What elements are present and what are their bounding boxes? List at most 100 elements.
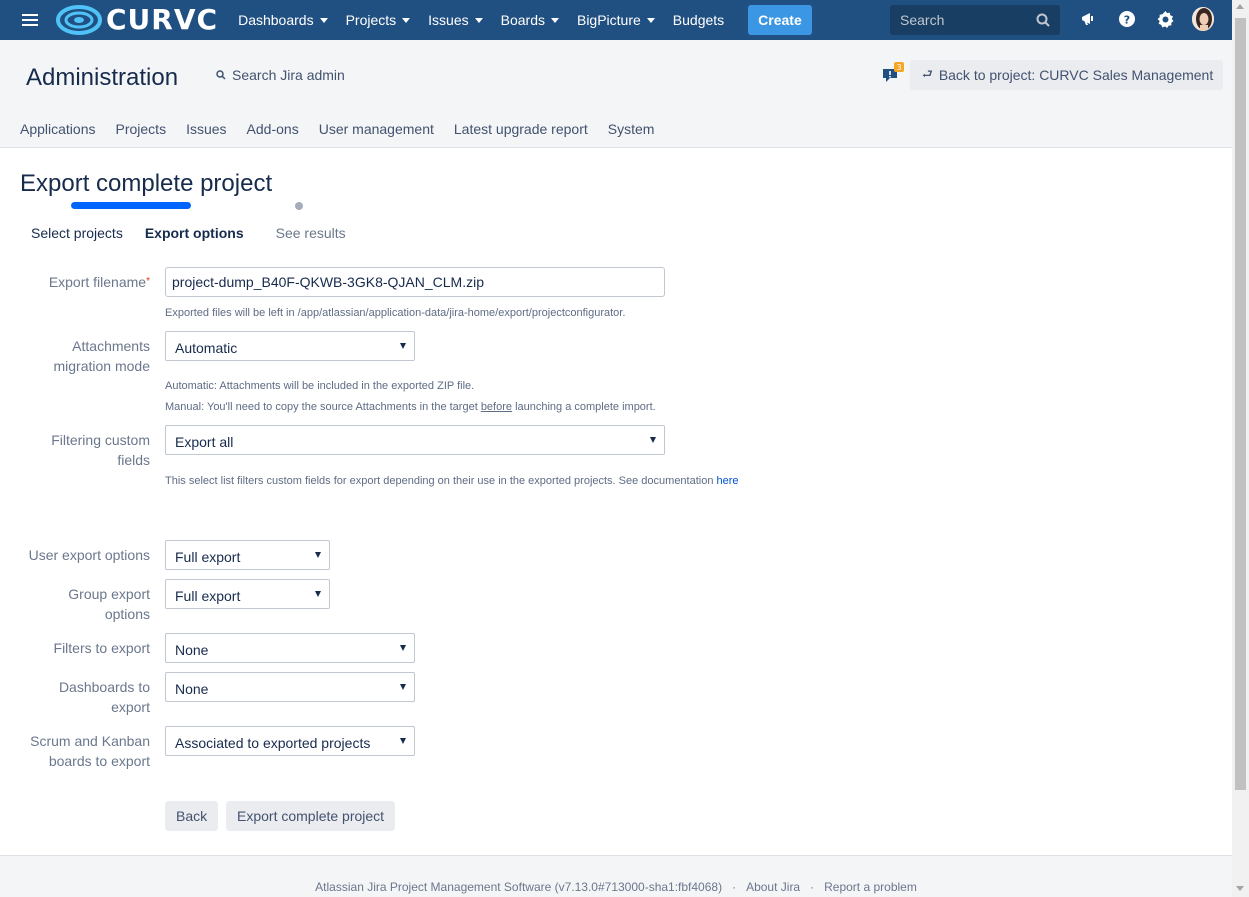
tab-latest-upgrade-report[interactable]: Latest upgrade report	[454, 121, 588, 137]
attachments-help-automatic: Automatic: Attachments will be included …	[165, 380, 475, 392]
search-icon	[216, 70, 226, 80]
back-to-project-label: Back to project: CURVC Sales Management	[938, 67, 1214, 83]
custom-fields-help: This select list filters custom fields f…	[165, 475, 739, 487]
nav-item-bigpicture[interactable]: BigPicture	[577, 12, 655, 28]
custom-fields-value: Export all	[175, 434, 234, 450]
megaphone-icon[interactable]	[1078, 8, 1100, 30]
boards-export-select[interactable]: Associated to exported projects	[165, 726, 415, 756]
export-filename-help: Exported files will be left in /app/atla…	[165, 307, 626, 319]
group-export-value: Full export	[175, 588, 241, 604]
user-export-value: Full export	[175, 549, 241, 565]
attachments-mode-select[interactable]: Automatic	[165, 331, 415, 361]
search-input[interactable]: Search	[890, 5, 1060, 35]
tab-system[interactable]: System	[608, 121, 655, 137]
step-select-projects: Select projects	[31, 225, 123, 241]
nav-item-label: Issues	[428, 12, 469, 28]
page-heading: Administration	[26, 64, 179, 91]
progress-indicator-pending	[295, 202, 303, 210]
chevron-down-icon	[315, 552, 321, 558]
page-title: Export complete project	[20, 170, 273, 197]
footer: Atlassian Jira Project Management Softwa…	[0, 855, 1232, 897]
dashboards-export-label: Dashboards to export	[58, 679, 150, 715]
chevron-down-icon	[402, 17, 411, 23]
boards-export-value: Associated to exported projects	[175, 735, 371, 751]
admin-search-link[interactable]: Search Jira admin	[216, 67, 345, 83]
tab-user-management[interactable]: User management	[319, 121, 434, 137]
export-filename-label: Export filename*	[48, 274, 150, 290]
back-to-project-button[interactable]: ⮐ Back to project: CURVC Sales Managemen…	[910, 60, 1224, 90]
custom-fields-select[interactable]: Export all	[165, 425, 665, 455]
feedback-count: 3	[896, 63, 901, 72]
user-export-select[interactable]: Full export	[165, 540, 330, 570]
logo[interactable]: CURVC	[56, 0, 218, 40]
nav-item-boards[interactable]: Boards	[501, 12, 559, 28]
dashboards-export-value: None	[175, 681, 209, 697]
progress-indicator-active	[71, 202, 191, 209]
group-export-select[interactable]: Full export	[165, 579, 330, 609]
chevron-down-icon	[400, 738, 406, 744]
nav-item-issues[interactable]: Issues	[428, 12, 483, 28]
export-filename-input[interactable]: project-dump_B40F-QKWB-3GK8-QJAN_CLM.zip	[165, 267, 665, 297]
custom-fields-label: Filtering custom fields	[51, 432, 150, 468]
filters-export-value: None	[175, 642, 209, 658]
step-see-results: See results	[275, 225, 346, 241]
feedback-icon[interactable]: 3	[882, 62, 904, 84]
nav-item-budgets[interactable]: Budgets	[673, 12, 724, 28]
footer-report-link[interactable]: Report a problem	[824, 880, 917, 894]
filters-export-select[interactable]: None	[165, 633, 415, 663]
dashboards-export-select[interactable]: None	[165, 672, 415, 702]
documentation-link[interactable]: here	[717, 475, 739, 487]
nav-item-label: Budgets	[672, 12, 725, 28]
settings-gear-icon[interactable]	[1154, 8, 1176, 30]
step-export-options: Export options	[144, 225, 244, 241]
chevron-down-icon	[315, 591, 321, 597]
vertical-scrollbar[interactable]	[1232, 0, 1249, 897]
chevron-down-icon	[474, 17, 483, 23]
top-navigation-bar: CURVC Dashboards Projects Issues Boards BigP…	[0, 0, 1232, 40]
tab-applications[interactable]: Applications	[20, 121, 96, 137]
chevron-down-icon	[400, 343, 406, 349]
back-arrow-icon: ⮐	[922, 66, 933, 81]
nav-item-label: Dashboards	[238, 12, 314, 28]
filters-export-label: Filters to export	[53, 640, 150, 656]
chevron-down-icon	[319, 17, 328, 23]
required-marker: *	[146, 276, 150, 287]
tab-add-ons[interactable]: Add-ons	[247, 121, 299, 137]
scroll-up-arrow-icon[interactable]	[1236, 4, 1244, 9]
logo-text: CURVC	[106, 3, 219, 36]
nav-item-dashboards[interactable]: Dashboards	[238, 12, 328, 28]
chevron-down-icon	[400, 684, 406, 690]
nav-item-label: Boards	[500, 12, 545, 28]
back-button[interactable]: Back	[165, 801, 219, 831]
chevron-down-icon	[650, 437, 656, 443]
search-placeholder: Search	[900, 12, 945, 28]
footer-about-link[interactable]: About Jira	[746, 880, 800, 894]
chevron-down-icon	[646, 17, 655, 23]
export-complete-project-button[interactable]: Export complete project	[226, 801, 396, 831]
scrollbar-thumb[interactable]	[1235, 18, 1246, 790]
tab-issues[interactable]: Issues	[186, 121, 226, 137]
scroll-down-arrow-icon[interactable]	[1236, 886, 1244, 891]
help-icon[interactable]: ?	[1116, 8, 1138, 30]
nav-menu: Dashboards Projects Issues Boards BigPicture…	[238, 12, 742, 28]
create-button[interactable]: Create	[748, 5, 812, 35]
footer-links: Atlassian Jira Project Management Softwa…	[0, 880, 1232, 894]
admin-header: Administration Search Jira admin 3 ⮐ Bac…	[0, 40, 1232, 148]
footer-software-link[interactable]: Atlassian Jira Project Management Softwa…	[315, 880, 722, 894]
user-export-label: User export options	[28, 547, 150, 563]
user-avatar[interactable]	[1192, 7, 1214, 31]
nav-item-projects[interactable]: Projects	[346, 12, 411, 28]
chevron-down-icon	[550, 17, 559, 23]
nav-item-label: BigPicture	[576, 12, 641, 28]
group-export-label: Group export options	[68, 586, 150, 622]
footer-separator: ·	[732, 880, 737, 894]
tab-projects[interactable]: Projects	[116, 121, 167, 137]
nav-item-label: Projects	[345, 12, 397, 28]
admin-tabs: Applications Projects Issues Add-ons User ma…	[20, 121, 674, 137]
attachments-mode-value: Automatic	[175, 340, 238, 356]
attachments-mode-label: Attachments migration mode	[53, 338, 151, 374]
boards-export-label: Scrum and Kanban boards to export	[30, 733, 150, 769]
wizard-steps: Select projects Export options See resul…	[31, 225, 368, 241]
attachments-help-manual: Manual: You'll need to copy the source A…	[165, 401, 656, 413]
menu-icon[interactable]	[22, 14, 38, 26]
